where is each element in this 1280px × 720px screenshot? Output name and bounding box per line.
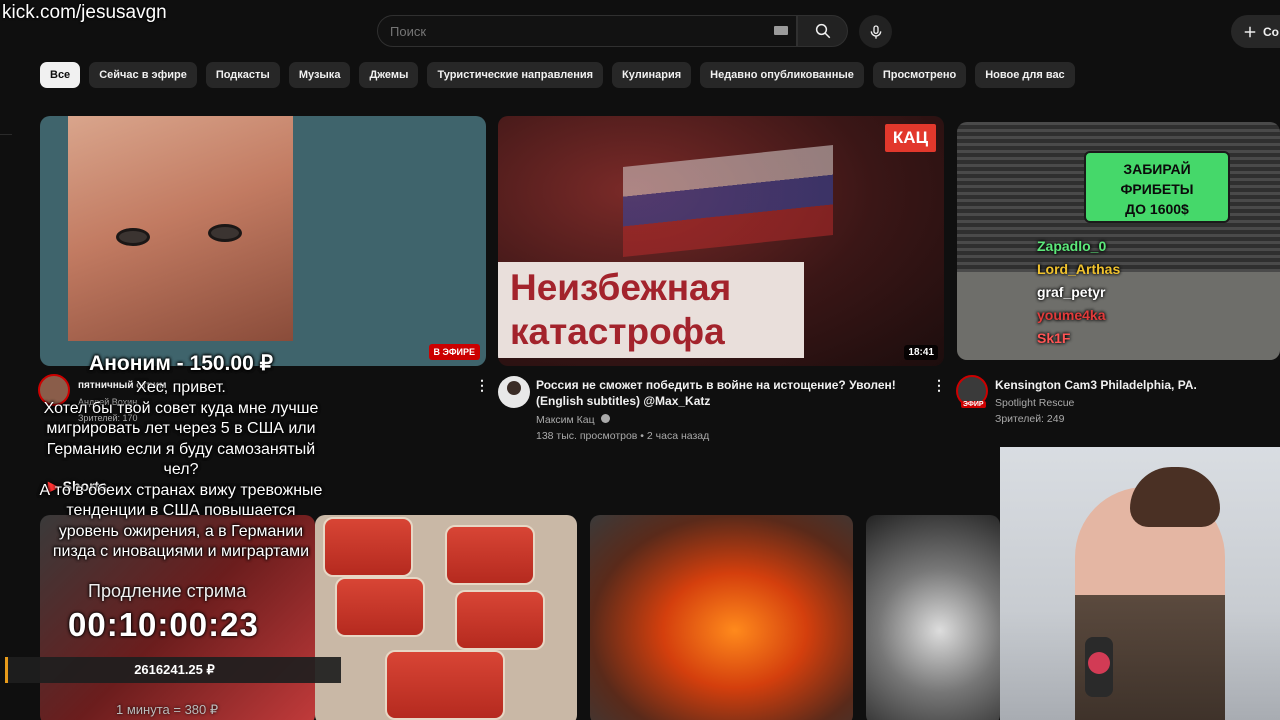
donation-line: чел?	[163, 461, 199, 478]
chat-list: Zapadlo_0 Lord_Arthas graf_petyr youme4k…	[1037, 238, 1120, 353]
plus-icon	[1244, 26, 1256, 37]
donation-line: Хотел бы твой совет куда мне лучше	[43, 399, 319, 417]
keyboard-icon[interactable]	[774, 26, 788, 35]
promo-banner-line: ФРИБЕТЫ	[1120, 181, 1194, 197]
short-thumbnail[interactable]	[315, 515, 577, 720]
avatar-detail	[507, 381, 521, 395]
chip-watched[interactable]: Просмотрено	[872, 62, 967, 88]
search-button[interactable]	[797, 15, 848, 47]
chip-recently-uploaded[interactable]: Недавно опубликованные	[700, 62, 864, 88]
video-title-line[interactable]: (English subtitles) @Max_Katz	[536, 393, 921, 409]
channel-avatar[interactable]: ЭФИР	[956, 375, 988, 408]
webcam-overlay	[1000, 447, 1280, 720]
thumbnail-title-line: катастрофа	[510, 311, 725, 352]
chat-name: Zapadlo_0	[1037, 238, 1107, 254]
chip-podcasts[interactable]: Подкасты	[205, 62, 280, 88]
chip-new-to-you[interactable]: Новое для вас	[975, 62, 1075, 88]
sidebar-edge	[0, 60, 12, 135]
short-image-detail	[335, 577, 425, 637]
chip-music[interactable]: Музыка	[288, 62, 351, 88]
video-duration: 18:41	[904, 345, 938, 360]
create-label: Со	[1263, 24, 1279, 39]
more-options-icon[interactable]: ⋮	[475, 377, 489, 394]
filter-chips: Все Сейчас в эфире Подкасты Музыка Джемы…	[40, 62, 1075, 88]
top-bar: Со	[0, 0, 1280, 60]
channel-name-row: Максим Кац	[536, 412, 921, 428]
donation-total: 2616241.25 ₽	[5, 657, 341, 683]
flag-image	[623, 144, 833, 258]
chip-travel[interactable]: Туристические направления	[427, 62, 604, 88]
thumbnail-detail	[116, 228, 150, 246]
short-thumbnail[interactable]	[590, 515, 853, 720]
chip-live-now[interactable]: Сейчас в эфире	[89, 62, 197, 88]
video-thumbnail[interactable]: ЗАБИРАЙ ФРИБЕТЫ ДО 1600$ Zapadlo_0 Lord_…	[957, 122, 1280, 360]
search-input[interactable]	[378, 16, 758, 46]
more-options-icon[interactable]: ⋮	[932, 377, 946, 394]
thumbnail-title: Неизбежная катастрофа	[498, 262, 804, 358]
chat-name: Sk1F	[1037, 330, 1071, 346]
chat-name: youme4ka	[1037, 307, 1106, 323]
channel-name[interactable]: Максим Кац	[536, 414, 595, 426]
video-meta: Россия не сможет победить в войне на ист…	[536, 377, 921, 444]
thumbnail-detail	[208, 224, 242, 242]
stream-extension-timer: 00:10:00:23	[68, 606, 259, 643]
video-title[interactable]: Kensington Cam3 Philadelphia, PA.	[995, 377, 1197, 393]
channel-name[interactable]: Spotlight Rescue	[995, 395, 1197, 411]
promo-banner-line: ДО 1600$	[1125, 201, 1189, 217]
donation-header: Аноним - 150.00 ₽	[89, 352, 273, 375]
microphone-icon	[870, 24, 881, 39]
stream-extension-label: Продление стрима	[88, 581, 247, 601]
chip-all[interactable]: Все	[40, 62, 81, 88]
donation-line: А то в обеих странах вижу тревожные	[39, 481, 323, 499]
video-thumbnail[interactable]: В ЭФИРЕ	[40, 116, 486, 366]
create-button[interactable]: Со	[1231, 15, 1280, 48]
thumbnail-image	[68, 116, 293, 341]
video-thumbnail[interactable]: Неизбежная катастрофа КАЦ 18:41	[498, 116, 944, 366]
page: Со Все Сейчас в эфире Подкасты Музыка Дж…	[0, 0, 1280, 720]
live-avatar-badge: ЭФИР	[961, 401, 986, 408]
search-box[interactable]	[377, 15, 797, 47]
promo-banner: ЗАБИРАЙ ФРИБЕТЫ ДО 1600$	[1084, 151, 1230, 223]
short-thumbnail[interactable]	[866, 515, 1000, 720]
donation-line: мигрировать лет через 5 в США или	[46, 420, 316, 437]
chip-cooking[interactable]: Кулинария	[612, 62, 692, 88]
video-title-line[interactable]: Россия не сможет победить в войне на ист…	[536, 377, 921, 393]
chat-name: Lord_Arthas	[1037, 261, 1121, 277]
short-image-detail	[445, 525, 535, 585]
short-image-detail	[385, 650, 505, 720]
search-icon	[815, 23, 830, 39]
donation-line: пизда с иновациями и миграртами	[52, 543, 310, 560]
viewer-count: Зрителей: 249	[995, 413, 1065, 425]
voice-search-button[interactable]	[859, 15, 892, 48]
donation-line: тенденции в США повышается	[66, 502, 296, 519]
channel-logo: КАЦ	[884, 124, 936, 152]
thumbnail-title-line: Неизбежная	[510, 267, 732, 308]
chat-name: graf_petyr	[1037, 284, 1106, 300]
donation-line: Германию если я буду самозанятый	[46, 440, 316, 458]
donation-line: уровень ожирения, а в Германии	[58, 522, 304, 540]
mic-logo	[1088, 652, 1110, 674]
live-badge: В ЭФИРЕ	[428, 344, 480, 360]
webcam-image-detail	[1130, 467, 1220, 527]
short-image-detail	[455, 590, 545, 650]
donation-alert: Аноним - 150.00 ₽ Хес, привет. Хотел бы …	[20, 350, 342, 563]
verified-icon	[600, 414, 610, 423]
stream-url: kick.com/jesusavgn	[2, 2, 167, 23]
video-meta: Kensington Cam3 Philadelphia, PA. Spotli…	[995, 377, 1197, 427]
extension-rate: 1 минута = 380 ₽	[116, 702, 219, 717]
chip-jams[interactable]: Джемы	[359, 62, 419, 88]
donation-line: Хес, привет.	[136, 379, 226, 396]
channel-avatar[interactable]	[498, 376, 530, 408]
view-stats: 138 тыс. просмотров • 2 часа назад	[536, 430, 710, 442]
promo-banner-line: ЗАБИРАЙ	[1123, 161, 1191, 177]
